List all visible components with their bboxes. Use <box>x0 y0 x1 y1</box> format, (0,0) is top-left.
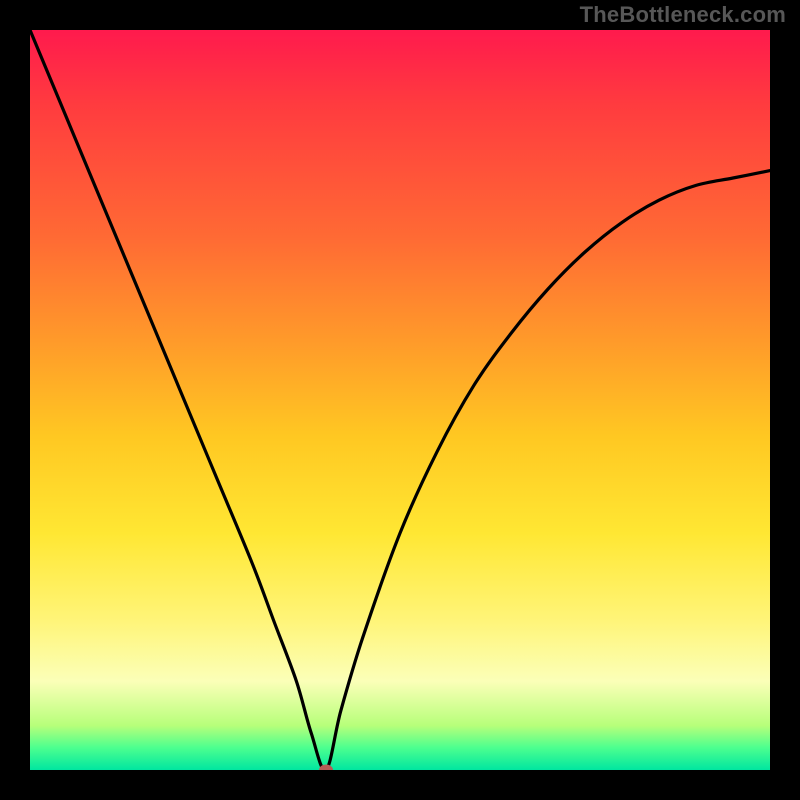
chart-frame: TheBottleneck.com <box>0 0 800 800</box>
bottom-border <box>0 770 800 800</box>
curve-path <box>30 30 770 770</box>
plot-area <box>30 30 770 770</box>
watermark-text: TheBottleneck.com <box>580 2 786 28</box>
bottleneck-curve <box>30 30 770 770</box>
